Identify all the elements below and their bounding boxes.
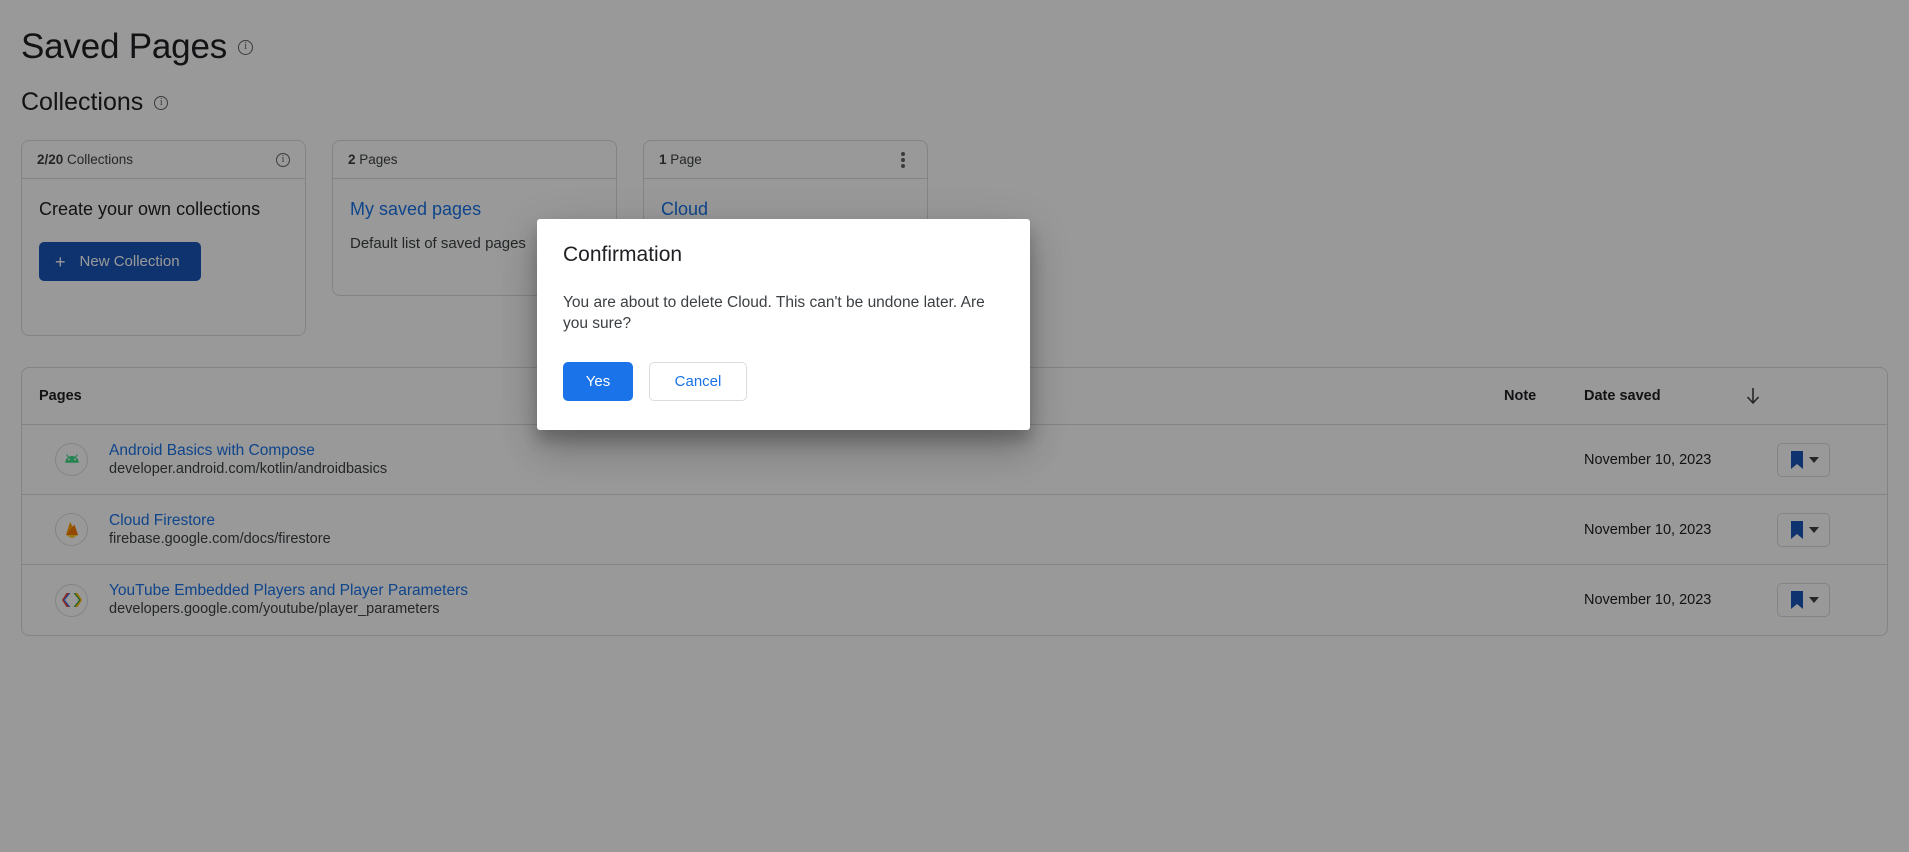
yes-button[interactable]: Yes	[563, 362, 633, 401]
dialog-message: You are about to delete Cloud. This can'…	[563, 293, 988, 335]
confirmation-dialog: Confirmation You are about to delete Clo…	[537, 219, 1030, 430]
cancel-button[interactable]: Cancel	[649, 362, 747, 401]
dialog-actions: Yes Cancel	[563, 362, 1006, 401]
dialog-title: Confirmation	[563, 243, 1006, 267]
